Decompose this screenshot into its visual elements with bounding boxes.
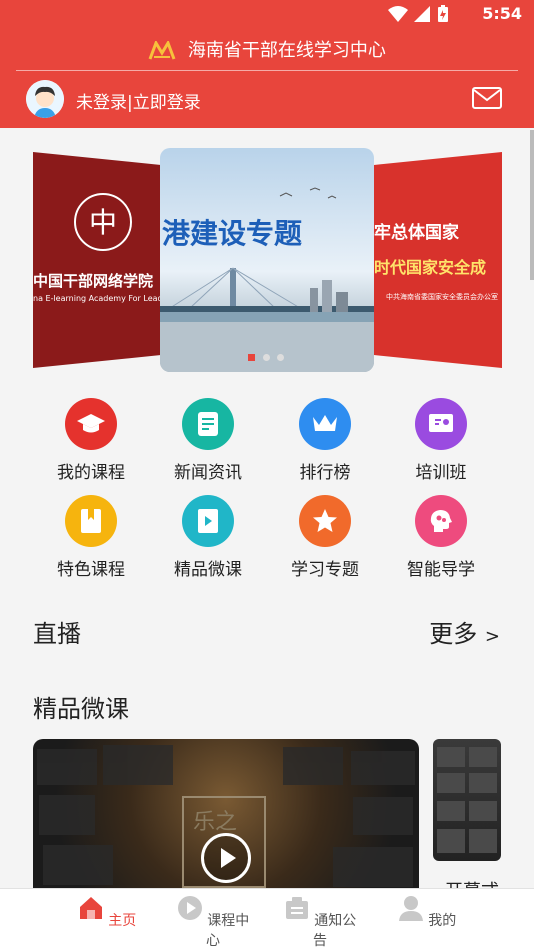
grid-label: 排行榜 <box>299 463 351 483</box>
academy-logo-icon: 中 <box>74 193 132 251</box>
carousel-dot-active[interactable] <box>248 354 255 361</box>
grid-label: 培训班 <box>415 463 467 483</box>
right-slide-title: 牢总体国家 <box>374 223 459 243</box>
carousel-dot[interactable] <box>277 354 284 361</box>
grid-label: 精品微课 <box>174 560 242 580</box>
bridge-illustration <box>160 187 374 372</box>
video-card[interactable] <box>433 739 501 861</box>
left-slide-title: 中国干部网络学院 <box>33 272 154 290</box>
status-bar: 5:54 <box>0 0 534 28</box>
header-divider <box>16 70 518 71</box>
more-label: 更多 <box>429 620 478 648</box>
more-button[interactable]: 更多 > <box>429 614 500 649</box>
signal-icon <box>414 6 430 22</box>
grid-label: 我的课程 <box>57 463 125 483</box>
grid-item-training[interactable]: 培训班 <box>386 398 496 483</box>
bookmark-book-icon <box>65 495 117 547</box>
carousel-dots <box>248 354 288 362</box>
tab-label: 主页 <box>108 913 137 929</box>
grid-item-smart-guide[interactable]: 智能导学 <box>386 495 496 580</box>
live-section-title: 直播 <box>33 620 81 648</box>
grid-item-featured-courses[interactable]: 特色课程 <box>36 495 146 580</box>
play-icon <box>221 848 236 868</box>
left-slide-subtitle: na E-learning Academy For Leadership <box>33 294 161 303</box>
video-card[interactable]: 乐之 <box>33 739 419 889</box>
grid-item-ranking[interactable]: 排行榜 <box>270 398 380 483</box>
tab-label: 通知公告 <box>313 913 357 949</box>
star-icon <box>299 495 351 547</box>
battery-icon <box>438 5 448 22</box>
app-title-text: 海南省干部在线学习中心 <box>187 40 386 61</box>
tab-notices[interactable]: 通知公告 <box>280 895 360 950</box>
play-circle-icon <box>177 896 202 920</box>
home-icon <box>79 897 102 919</box>
brain-icon <box>415 495 467 547</box>
carousel-dot[interactable] <box>263 354 270 361</box>
micro-section-title: 精品微课 <box>33 695 129 723</box>
chevron-right-icon: > <box>484 626 500 647</box>
logo-icon <box>148 41 176 60</box>
right-slide-title-2: 时代国家安全成 <box>374 258 487 277</box>
grid-item-study-topics[interactable]: 学习专题 <box>270 495 380 580</box>
svg-text:乐之: 乐之 <box>193 810 237 835</box>
avatar-icon <box>26 80 64 118</box>
grid-item-my-courses[interactable]: 我的课程 <box>36 398 146 483</box>
user-icon <box>398 896 423 921</box>
tab-home[interactable]: 主页 <box>67 895 147 930</box>
play-book-icon <box>182 495 234 547</box>
training-icon <box>415 398 467 450</box>
mail-icon[interactable] <box>472 86 502 110</box>
carousel-slide-right[interactable]: 牢总体国家 时代国家安全成 中共海南省委国家安全委员会办公室 <box>374 152 502 368</box>
right-slide-subtitle: 中共海南省委国家安全委员会办公室 <box>386 293 498 301</box>
avatar[interactable] <box>26 80 64 118</box>
tab-label: 课程中心 <box>206 913 250 949</box>
grid-label: 智能导学 <box>407 560 475 580</box>
graduation-cap-icon <box>65 398 117 450</box>
tab-label: 我的 <box>428 913 457 929</box>
play-button[interactable] <box>201 833 251 883</box>
app-title: 海南省干部在线学习中心 <box>0 36 534 62</box>
crown-icon <box>299 398 351 450</box>
grid-item-micro-courses[interactable]: 精品微课 <box>153 495 263 580</box>
status-icons <box>388 5 448 22</box>
tab-course-center[interactable]: 课程中心 <box>173 895 253 950</box>
tab-mine[interactable]: 我的 <box>387 895 467 930</box>
document-icon <box>182 398 234 450</box>
notice-icon <box>285 897 308 919</box>
video-thumbnail <box>437 747 497 853</box>
carousel-slide-center[interactable]: 港建设专题 <box>160 148 374 372</box>
grid-item-news[interactable]: 新闻资讯 <box>153 398 263 483</box>
grid-label: 学习专题 <box>291 560 359 580</box>
scrollbar[interactable] <box>530 130 534 280</box>
login-link[interactable]: 未登录|立即登录 <box>76 88 201 113</box>
status-time: 5:54 <box>482 4 522 23</box>
wifi-icon <box>388 6 408 22</box>
bottom-tab-bar: 主页 课程中心 通知公告 我的 <box>0 888 534 950</box>
header: 5:54 海南省干部在线学习中心 未登录|立即登录 <box>0 0 534 128</box>
grid-label: 特色课程 <box>57 560 125 580</box>
grid-label: 新闻资讯 <box>174 463 242 483</box>
svg-text:中: 中 <box>89 206 117 239</box>
carousel-slide-left[interactable]: 中 中国干部网络学院 na E-learning Academy For Lea… <box>33 152 161 368</box>
